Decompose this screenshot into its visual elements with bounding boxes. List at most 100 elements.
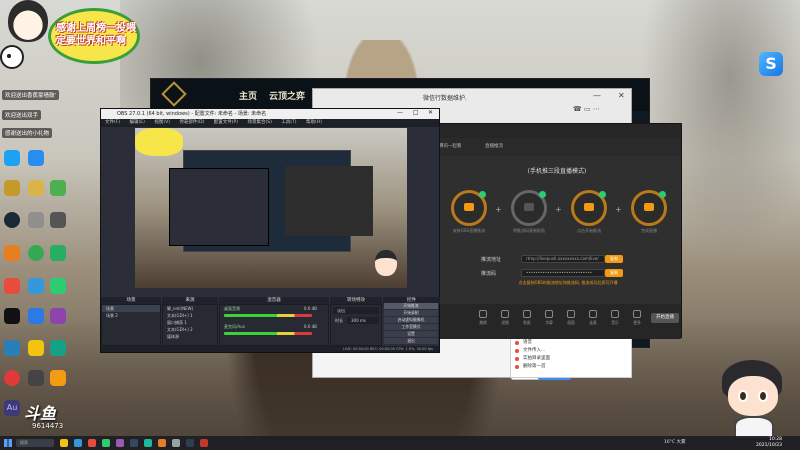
qq-icon[interactable] [4, 150, 20, 166]
blue-app-icon[interactable] [4, 340, 20, 356]
source-item[interactable]: 媒体源 [163, 333, 217, 340]
fire-icon[interactable] [4, 245, 20, 261]
taskbar-app-icon[interactable] [158, 439, 166, 447]
boy-avatar [720, 360, 790, 440]
menu-view[interactable]: 视图(V) [154, 120, 170, 125]
start-streaming-button[interactable]: 开始推流 [384, 303, 438, 309]
studio-mode-button[interactable]: 工作室模式 [384, 324, 438, 330]
tool-beauty[interactable]: 美颜 [473, 310, 493, 326]
virtual-camera-button[interactable]: 启动虚拟摄像机 [384, 317, 438, 323]
chat-menu-item[interactable]: 实拍目录里面 [511, 355, 631, 363]
taskbar-app-icon[interactable] [200, 439, 208, 447]
tool-screen[interactable]: 画面 [561, 310, 581, 326]
tool-music[interactable]: 音乐 [605, 310, 625, 326]
source-item[interactable]: 窗口捕获 1 [163, 319, 217, 326]
orange-app-icon[interactable] [50, 370, 66, 386]
game-tab-tft[interactable]: 云顶之弈 [269, 89, 305, 102]
menu-help[interactable]: 帮助(H) [306, 120, 322, 125]
copy-url-button[interactable]: 复制 [605, 255, 623, 263]
tool-connect[interactable]: 连麦 [583, 310, 603, 326]
tab-watch-together[interactable]: 腾讯一起看 [439, 143, 462, 149]
obs-close-icon[interactable]: ✕ [428, 109, 433, 116]
multi-app-icon[interactable] [28, 278, 44, 294]
book-icon[interactable] [50, 308, 66, 324]
source-item[interactable]: 文本(GDI+) 2 [163, 326, 217, 333]
obs-minimize-icon[interactable]: — [397, 109, 403, 116]
check-icon [599, 191, 606, 198]
push-key-field[interactable]: •••••••••••••••••••••••••••• [521, 269, 605, 277]
tool-caption[interactable]: 字幕 [539, 310, 559, 326]
start-recording-button[interactable]: 开始录制 [384, 310, 438, 316]
sogou-badge-icon[interactable]: S [759, 52, 783, 76]
netease-icon[interactable] [28, 212, 44, 228]
steam-round-icon[interactable] [4, 212, 20, 228]
steam-icon[interactable] [4, 180, 20, 196]
taskbar-app-icon[interactable] [186, 439, 194, 447]
tool-more[interactable]: 更多 [627, 310, 647, 326]
menu-docks[interactable]: 停靠部件(D) [179, 120, 204, 125]
green-app-icon[interactable] [50, 245, 66, 261]
taskbar-search[interactable]: 搜索 [16, 439, 54, 447]
obs-maximize-icon[interactable]: □ [413, 109, 419, 116]
video-icon[interactable]: ▭ [584, 105, 591, 113]
tab-push-stream[interactable]: 直播推流 [485, 143, 503, 149]
taskbar-app-icon[interactable] [130, 439, 138, 447]
play-icon[interactable] [50, 278, 66, 294]
red-app-icon[interactable] [4, 278, 20, 294]
taskbar-app-icon[interactable] [74, 439, 82, 447]
menu-tools[interactable]: 工具(T) [281, 120, 296, 125]
shield-app-icon[interactable] [50, 340, 66, 356]
start-windows-icon[interactable] [4, 439, 12, 447]
menu-scene-collection[interactable]: 场景集合(S) [247, 120, 271, 125]
taskbar-app-icon[interactable] [60, 439, 68, 447]
video-app-icon[interactable] [28, 370, 44, 386]
chat-menu-item[interactable]: 语音 [511, 339, 631, 347]
weather-tray[interactable]: 16°C 大雾 [664, 439, 686, 445]
go-live-button[interactable]: 开始直播 [651, 313, 679, 323]
phone-icon[interactable]: ☎ [573, 105, 582, 113]
tool-sticker[interactable]: 贴纸 [517, 310, 537, 326]
game-icon[interactable] [50, 212, 66, 228]
chat-menu-item[interactable]: 删除第一首 [511, 363, 631, 371]
taskbar-app-icon[interactable] [144, 439, 152, 447]
taskbar-app-icon[interactable] [102, 439, 110, 447]
taskbar-app-icon[interactable] [172, 439, 180, 447]
netease-cloud-icon[interactable] [4, 370, 20, 386]
settings-app-icon[interactable] [28, 308, 44, 324]
chat-menu-item[interactable]: 文件传入... [511, 347, 631, 355]
uu-icon[interactable] [28, 180, 44, 196]
clock[interactable]: 10:28 2021/10/23 [756, 437, 782, 449]
exit-button[interactable]: 退出 [384, 338, 438, 344]
kugou-icon[interactable] [28, 150, 44, 166]
copy-key-button[interactable]: 复制 [605, 269, 623, 277]
chrome-icon[interactable] [28, 245, 44, 261]
menu-file[interactable]: 文件(F) [105, 120, 120, 125]
transition-type[interactable]: 淡出 [333, 307, 379, 314]
source-item[interactable]: 脚_nml(NEW) [163, 305, 217, 312]
obs-preview-canvas[interactable] [135, 128, 407, 288]
capcut-icon[interactable] [4, 308, 20, 324]
taskbar-app-icon[interactable] [88, 439, 96, 447]
menu-edit[interactable]: 编辑(E) [130, 120, 145, 125]
settings-button[interactable]: 设置 [384, 331, 438, 337]
wegame-icon[interactable] [50, 180, 66, 196]
audition-icon[interactable]: Au [4, 400, 20, 416]
transition-duration-input[interactable]: 300 ms [347, 317, 379, 324]
game-tab-home[interactable]: 主页 [239, 89, 257, 102]
mixer-channel-label: 麦克风/Aux [224, 324, 245, 329]
scene-item[interactable]: 场景 [102, 305, 160, 312]
scene-item[interactable]: 场景 2 [102, 312, 160, 319]
source-item[interactable]: 文本(GDI+) 1 [163, 312, 217, 319]
tool-filter[interactable]: 滤镜 [495, 310, 515, 326]
taskbar-app-icon[interactable] [116, 439, 124, 447]
more-icon[interactable]: ⋯ [593, 105, 600, 113]
chat-minimize-icon[interactable]: — [593, 91, 601, 100]
push-url-field[interactable]: rtmp://livepush.xxxxxxxxx.com/live/ [521, 255, 605, 263]
chat-close-icon[interactable]: ✕ [618, 91, 625, 100]
stream-helper-titlebar [433, 124, 681, 138]
menu-profile[interactable]: 配置文件(P) [214, 120, 238, 125]
sticker-face-icon [8, 0, 48, 42]
transition-duration-label: 时长 [335, 318, 343, 323]
push-key-label: 推流码 [481, 271, 497, 277]
r-star-icon[interactable] [28, 340, 44, 356]
